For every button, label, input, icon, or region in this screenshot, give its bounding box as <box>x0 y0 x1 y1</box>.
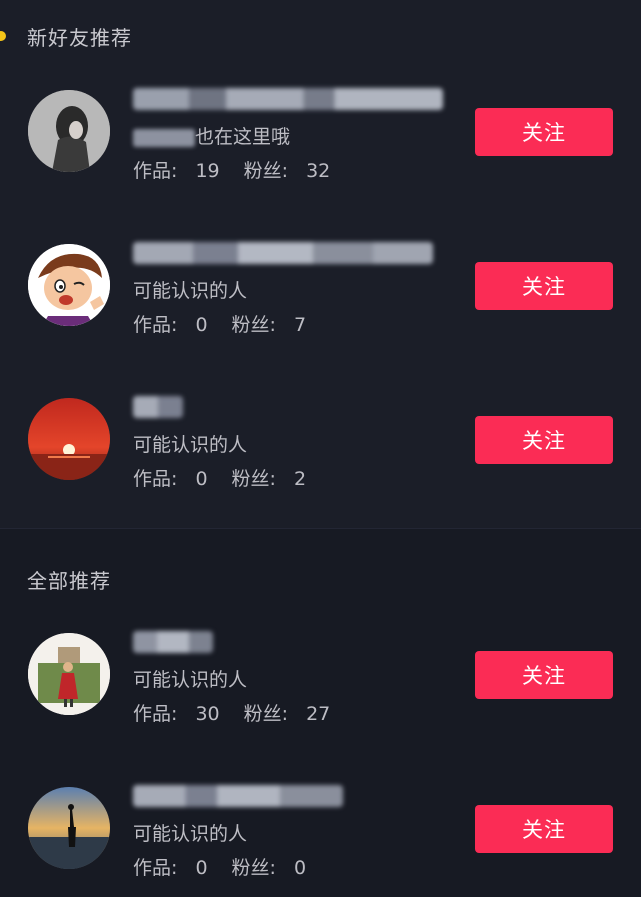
girl-bw-photo-icon <box>28 90 110 172</box>
follow-button[interactable]: 关注 <box>475 805 613 853</box>
list-item[interactable]: 可能认识的人 作品: 0 粉丝: 7 关注 <box>0 234 641 354</box>
cartoon-man-icon <box>28 244 110 326</box>
section-title-all: 全部推荐 <box>27 569 111 593</box>
works-count: 作品: 0 <box>133 857 208 879</box>
avatar[interactable] <box>28 633 110 715</box>
avatar[interactable] <box>28 787 110 869</box>
subtitle: 可能认识的人 <box>133 823 248 845</box>
follow-button[interactable]: 关注 <box>475 416 613 464</box>
avatar[interactable] <box>28 244 110 326</box>
username-blurred <box>133 242 433 264</box>
subtitle-text: 也在这里哦 <box>195 126 291 148</box>
subtitle: 可能认识的人 <box>133 669 248 691</box>
list-item[interactable]: 可能认识的人 作品: 0 粉丝: 0 关注 <box>0 777 641 897</box>
avatar[interactable] <box>28 398 110 480</box>
subtitle: 可能认识的人 <box>133 434 248 456</box>
list-item[interactable]: 也在这里哦 作品: 19 粉丝: 32 关注 <box>0 80 641 200</box>
username-blurred <box>133 785 343 807</box>
stats: 作品: 30 粉丝: 27 <box>133 699 354 726</box>
username-blurred <box>133 396 183 418</box>
works-count: 作品: 0 <box>133 468 208 490</box>
follow-button[interactable]: 关注 <box>475 651 613 699</box>
beach-sunset-person-icon <box>28 787 110 869</box>
stats: 作品: 0 粉丝: 2 <box>133 464 330 491</box>
stats: 作品: 19 粉丝: 32 <box>133 156 354 183</box>
follow-button[interactable]: 关注 <box>475 108 613 156</box>
works-count: 作品: 19 <box>133 160 220 182</box>
blurred-name-chip <box>133 128 195 147</box>
fans-count: 粉丝: 0 <box>231 857 307 879</box>
stats: 作品: 0 粉丝: 7 <box>133 310 330 337</box>
works-count: 作品: 30 <box>133 703 220 725</box>
fans-count: 粉丝: 32 <box>243 160 331 182</box>
fans-count: 粉丝: 7 <box>231 314 307 336</box>
section-title-new-friends: 新好友推荐 <box>27 26 132 50</box>
sunset-sea-icon <box>28 398 110 480</box>
list-item[interactable]: 可能认识的人 作品: 0 粉丝: 2 关注 <box>0 388 641 508</box>
woman-red-dress-icon <box>28 633 110 715</box>
follow-button[interactable]: 关注 <box>475 262 613 310</box>
all-recommend-section: 全部推荐 可能认识的人 作品: 30 粉丝: 27 关注 可能认识的人 作品: … <box>0 528 641 879</box>
indicator-dot <box>0 31 6 41</box>
subtitle: 也在这里哦 <box>133 122 290 149</box>
stats: 作品: 0 粉丝: 0 <box>133 853 330 880</box>
new-friends-section: 新好友推荐 也在这里哦 作品: 19 粉丝: 32 关注 可能认识的人 作品: … <box>0 0 641 528</box>
subtitle: 可能认识的人 <box>133 280 248 302</box>
avatar[interactable] <box>28 90 110 172</box>
works-count: 作品: 0 <box>133 314 208 336</box>
fans-count: 粉丝: 27 <box>243 703 331 725</box>
list-item[interactable]: 可能认识的人 作品: 30 粉丝: 27 关注 <box>0 623 641 743</box>
username-blurred <box>133 88 443 110</box>
username-blurred <box>133 631 213 653</box>
fans-count: 粉丝: 2 <box>231 468 307 490</box>
